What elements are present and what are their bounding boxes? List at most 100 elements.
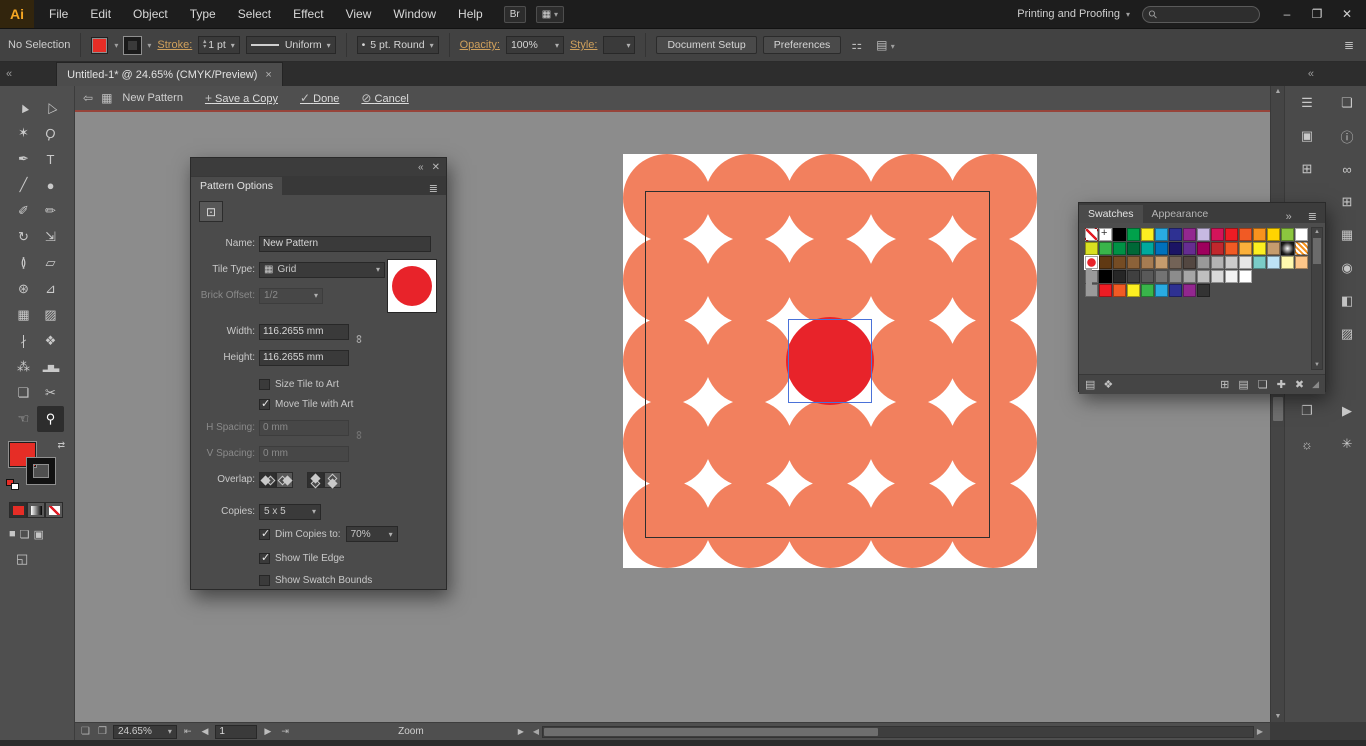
menu-effect[interactable]: Effect — [282, 0, 334, 28]
overlap-right-front-button[interactable] — [276, 471, 293, 488]
swatch[interactable] — [1183, 242, 1196, 255]
swatch[interactable] — [1169, 270, 1182, 283]
symbols-panel-icon[interactable]: ✳ — [1332, 431, 1362, 457]
swatch[interactable] — [1225, 242, 1238, 255]
restore-button[interactable]: ❐ — [1302, 0, 1332, 28]
swatch[interactable] — [1253, 256, 1266, 269]
document-tab[interactable]: Untitled-1* @ 24.65% (CMYK/Preview) × — [56, 62, 283, 86]
menu-object[interactable]: Object — [122, 0, 179, 28]
document-setup-button[interactable]: Document Setup — [656, 36, 757, 54]
select-similar-objects-icon[interactable]: ⚏ — [847, 38, 866, 52]
swatch[interactable] — [1295, 242, 1308, 255]
tab-swatches[interactable]: Swatches — [1079, 205, 1143, 223]
swatch[interactable] — [1085, 228, 1098, 241]
status-left-icon-1[interactable]: ❏ — [79, 726, 92, 737]
menu-view[interactable]: View — [335, 0, 383, 28]
control-panel-menu-icon[interactable]: ≣ — [1340, 38, 1358, 52]
layers-panel-icon[interactable]: ❏ — [1332, 90, 1362, 116]
swatch[interactable] — [1099, 242, 1112, 255]
stroke-weight-select[interactable]: 1 pt — [198, 36, 240, 54]
line-segment-tool[interactable]: ╱ — [10, 172, 37, 198]
chevron-down-icon[interactable]: ▾ — [147, 41, 151, 50]
save-a-copy-link[interactable]: + Save a Copy — [205, 91, 278, 105]
actions-panel-icon[interactable]: ▶ — [1332, 398, 1362, 424]
scroll-up-icon[interactable]: ▲ — [1312, 229, 1322, 235]
copies-select[interactable]: 5 x 5 — [259, 503, 321, 520]
swatch[interactable] — [1197, 242, 1210, 255]
stepper-arrows-icon[interactable] — [203, 40, 206, 50]
type-tool[interactable]: T — [37, 146, 64, 172]
previous-artboard-button[interactable]: ◀ — [198, 726, 211, 737]
fill-color-swatch[interactable] — [91, 36, 109, 54]
style-select[interactable] — [603, 36, 636, 54]
tab-appearance[interactable]: Appearance — [1143, 205, 1218, 223]
delete-swatch-icon[interactable]: ✖ — [1295, 378, 1304, 391]
overlap-bottom-front-button[interactable] — [324, 471, 341, 488]
collapse-tools-icon[interactable]: « — [0, 62, 18, 86]
shape-builder-tool[interactable]: ⊛ — [10, 276, 37, 302]
swatches-scrollbar[interactable]: ▲ ▼ — [1311, 227, 1323, 370]
color-panel-icon[interactable]: ▣ — [1292, 123, 1322, 149]
swatch-kinds-icon[interactable]: ⊞ — [1220, 378, 1229, 391]
info-panel-icon[interactable]: ⓘ — [1332, 123, 1362, 149]
scale-tool[interactable]: ⇲ — [37, 224, 64, 250]
swatch[interactable] — [1225, 228, 1238, 241]
tile-width-input[interactable] — [259, 323, 349, 340]
collapse-panel-icon[interactable]: » — [1278, 211, 1300, 223]
show-swatch-bounds-checkbox[interactable] — [259, 574, 270, 586]
style-panel-link[interactable]: Style: — [570, 39, 598, 51]
exit-pattern-mode-icon[interactable]: ⇦ — [83, 91, 93, 105]
screen-mode-icon[interactable]: ◱ — [16, 551, 74, 567]
last-artboard-button[interactable]: ⇥ — [278, 726, 292, 737]
blend-tool[interactable]: ❖ — [37, 328, 64, 354]
width-tool[interactable]: ≬ — [10, 250, 37, 276]
swatch[interactable] — [1099, 284, 1112, 297]
minimize-button[interactable]: – — [1272, 0, 1302, 28]
swatch[interactable] — [1085, 242, 1098, 255]
scroll-right-icon[interactable]: ▶ — [1254, 727, 1266, 736]
swatch[interactable] — [1099, 256, 1112, 269]
swatch[interactable] — [1099, 227, 1112, 241]
flattener-preview-panel-icon[interactable]: ☼ — [1292, 431, 1322, 457]
opacity-panel-link[interactable]: Opacity: — [460, 39, 500, 51]
transparency-panel-icon[interactable]: ▨ — [1332, 321, 1362, 347]
tile-height-input[interactable] — [259, 349, 349, 366]
pattern-tile-tool-button[interactable]: ⊡ — [199, 201, 223, 222]
swatch[interactable] — [1141, 284, 1154, 297]
swatch[interactable] — [1113, 228, 1126, 241]
slice-tool[interactable]: ✂ — [37, 380, 64, 406]
preferences-button[interactable]: Preferences — [762, 36, 842, 54]
swatch[interactable] — [1267, 228, 1280, 241]
scroll-down-icon[interactable]: ▼ — [1312, 362, 1322, 368]
draw-inside-mode-icon[interactable]: ▣ — [34, 528, 44, 541]
swatch[interactable] — [1197, 284, 1210, 297]
menu-file[interactable]: File — [38, 0, 79, 28]
swatch[interactable] — [1113, 284, 1126, 297]
column-graph-tool[interactable]: ▂▆▃ — [37, 354, 64, 380]
swatches-panel-icon[interactable]: ▦ — [1332, 222, 1362, 248]
swatch[interactable] — [1169, 228, 1182, 241]
brush-definition-select[interactable]: • 5 pt. Round — [356, 36, 439, 54]
swatch[interactable] — [1183, 284, 1196, 297]
links-panel-icon[interactable]: ∞ — [1332, 156, 1362, 182]
swatch[interactable] — [1155, 284, 1168, 297]
swatch[interactable] — [1099, 270, 1112, 283]
swatch[interactable] — [1183, 270, 1196, 283]
dim-copies-select[interactable]: 70% — [345, 526, 398, 542]
vertical-scrollbar[interactable]: ▲ ▼ — [1270, 86, 1284, 722]
status-flyout-icon[interactable]: ▶ — [518, 727, 524, 736]
swap-fill-stroke-icon[interactable]: ⇄ — [57, 440, 65, 451]
swatch[interactable] — [1141, 228, 1154, 241]
swatch[interactable] — [1127, 228, 1140, 241]
swatch[interactable] — [1155, 256, 1168, 269]
menu-window[interactable]: Window — [382, 0, 447, 28]
tile-type-select[interactable]: ▦ Grid — [259, 261, 385, 278]
stroke-panel-link[interactable]: Stroke: — [157, 39, 192, 51]
swatch[interactable] — [1253, 242, 1266, 255]
panel-menu-icon[interactable]: ≣ — [421, 182, 446, 195]
swatch-options-icon[interactable]: ▤ — [1238, 378, 1248, 391]
status-left-icon-2[interactable]: ❐ — [96, 726, 109, 737]
search-input[interactable] — [1161, 8, 1253, 20]
transform-panel-icon[interactable]: ⊞ — [1292, 156, 1322, 182]
pattern-name-input[interactable] — [259, 235, 431, 252]
